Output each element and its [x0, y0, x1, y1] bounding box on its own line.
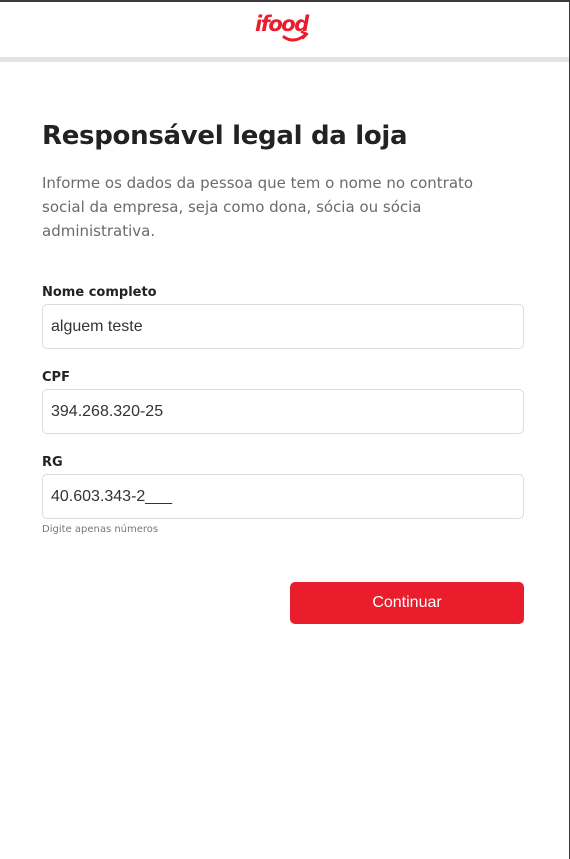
main-content: Responsável legal da loja Informe os dad… — [0, 120, 569, 624]
cpf-input[interactable] — [42, 389, 524, 434]
page-title: Responsável legal da loja — [42, 121, 408, 151]
full-name-label: Nome completo — [42, 285, 157, 300]
rg-field-group: RG Digite apenas números — [42, 455, 524, 535]
full-name-input[interactable] — [42, 304, 524, 349]
page-subtitle: Informe os dados da pessoa que tem o nom… — [42, 174, 474, 240]
form-actions: Continuar — [42, 582, 524, 624]
cpf-field-group: CPF — [42, 370, 524, 434]
continue-button[interactable]: Continuar — [290, 582, 524, 624]
rg-input[interactable] — [42, 474, 524, 519]
legal-responsible-form: Nome completo CPF RG Digite apenas númer… — [42, 285, 524, 624]
top-bar: ifood — [0, 2, 569, 62]
rg-hint: Digite apenas números — [42, 524, 159, 535]
rg-label: RG — [42, 455, 63, 470]
app-window: ifood Responsável legal da loja Informe … — [0, 0, 570, 859]
ifood-logo[interactable]: ifood — [254, 11, 316, 47]
full-name-field-group: Nome completo — [42, 285, 524, 349]
cpf-label: CPF — [42, 370, 70, 385]
